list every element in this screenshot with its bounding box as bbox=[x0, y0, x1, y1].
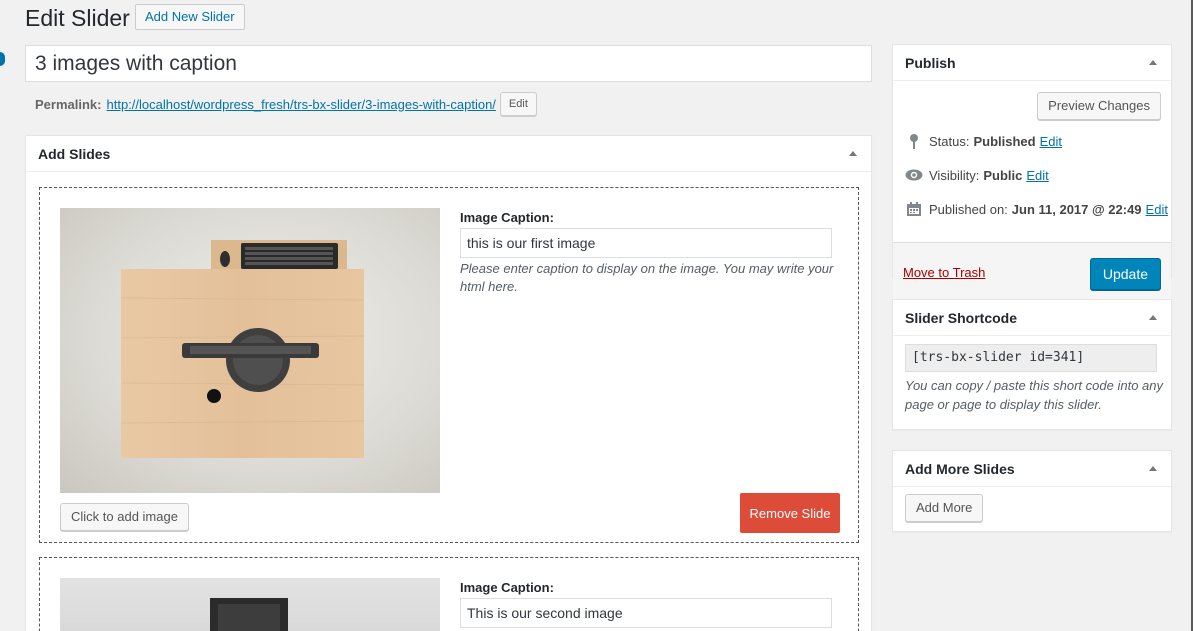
slide-item: Image Caption: this is our first image P… bbox=[39, 187, 859, 543]
post-title-input[interactable]: 3 images with caption bbox=[25, 45, 872, 82]
published-label: Published on: bbox=[929, 201, 1008, 217]
pin-icon bbox=[905, 132, 923, 150]
shortcode-box: Slider Shortcode [trs-bx-slider id=341] … bbox=[892, 299, 1172, 430]
publish-title: Publish bbox=[905, 54, 956, 71]
add-slides-title: Add Slides bbox=[38, 145, 111, 162]
slide-item: Image Caption: This is our second image bbox=[39, 557, 859, 631]
collapse-arrow-icon[interactable] bbox=[1149, 466, 1157, 471]
preview-changes-button[interactable]: Preview Changes bbox=[1037, 92, 1161, 120]
publish-header[interactable]: Publish bbox=[893, 45, 1171, 81]
caption-input[interactable]: this is our first image bbox=[460, 228, 832, 258]
shortcode-help-text: You can copy / paste this short code int… bbox=[905, 378, 1163, 412]
slide-image bbox=[60, 578, 440, 631]
move-to-trash-link[interactable]: Move to Trash bbox=[903, 265, 985, 280]
visibility-edit-link[interactable]: Edit bbox=[1026, 168, 1048, 183]
caption-help-text: Please enter caption to display on the i… bbox=[460, 261, 834, 294]
permalink-label: Permalink: bbox=[35, 96, 102, 112]
remove-slide-button[interactable]: Remove Slide bbox=[740, 493, 840, 533]
desk-photo bbox=[120, 240, 365, 458]
slide-image bbox=[60, 208, 440, 493]
published-row: Published on: Jun 11, 2017 @ 22:49 Edit bbox=[905, 200, 1168, 218]
published-value: Jun 11, 2017 @ 22:49 bbox=[1011, 201, 1142, 217]
add-image-button[interactable]: Click to add image bbox=[60, 503, 189, 531]
shortcode-header[interactable]: Slider Shortcode bbox=[893, 300, 1171, 336]
add-slides-header[interactable]: Add Slides bbox=[26, 136, 871, 172]
eye-icon bbox=[905, 166, 923, 184]
caption-label: Image Caption: bbox=[460, 210, 554, 225]
caption-label: Image Caption: bbox=[460, 580, 554, 595]
add-more-slides-title: Add More Slides bbox=[905, 460, 1015, 477]
visibility-label: Visibility: bbox=[929, 167, 980, 183]
permalink: Permalink: http://localhost/wordpress_fr… bbox=[35, 92, 537, 116]
calendar-icon bbox=[905, 200, 923, 218]
published-edit-link[interactable]: Edit bbox=[1146, 202, 1168, 217]
visibility-value: Public bbox=[983, 167, 1023, 183]
add-more-button[interactable]: Add More bbox=[905, 494, 984, 522]
add-slides-box: Add Slides Image Caption: this is our fi… bbox=[25, 135, 872, 631]
add-more-slides-header[interactable]: Add More Slides bbox=[893, 451, 1171, 487]
page-title: Edit Slider bbox=[25, 5, 130, 31]
caption-input[interactable]: This is our second image bbox=[460, 598, 832, 628]
monitor-photo bbox=[210, 598, 288, 631]
status-row: Status: Published Edit bbox=[905, 132, 1062, 150]
add-more-slides-box: Add More Slides Add More bbox=[892, 450, 1172, 532]
shortcode-field[interactable]: [trs-bx-slider id=341] bbox=[905, 344, 1157, 372]
collapse-arrow-icon[interactable] bbox=[849, 151, 857, 156]
left-accent bbox=[0, 52, 5, 66]
status-label: Status: bbox=[929, 133, 970, 149]
status-edit-link[interactable]: Edit bbox=[1040, 134, 1062, 149]
publish-box: Publish Preview Changes Status: Publishe… bbox=[892, 44, 1172, 308]
collapse-arrow-icon[interactable] bbox=[1149, 60, 1157, 65]
visibility-row: Visibility: Public Edit bbox=[905, 166, 1049, 184]
permalink-link[interactable]: http://localhost/wordpress_fresh/trs-bx-… bbox=[106, 97, 495, 112]
permalink-edit-button[interactable]: Edit bbox=[499, 92, 537, 116]
shortcode-title: Slider Shortcode bbox=[905, 309, 1018, 326]
update-button[interactable]: Update bbox=[1089, 258, 1161, 290]
add-new-slider-button[interactable]: Add New Slider bbox=[135, 4, 245, 30]
status-value: Published bbox=[973, 133, 1036, 149]
collapse-arrow-icon[interactable] bbox=[1149, 315, 1157, 320]
